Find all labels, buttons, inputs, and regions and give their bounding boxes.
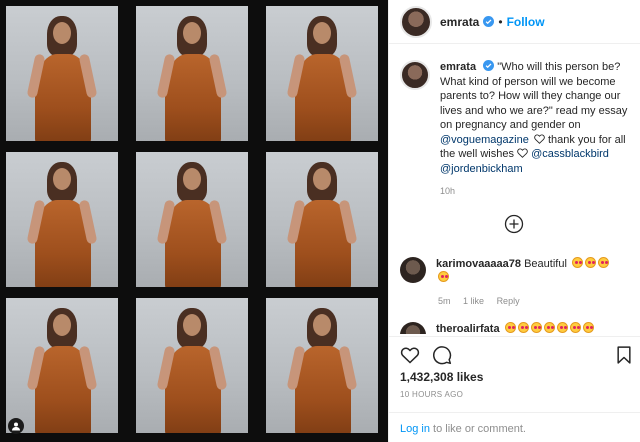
photo-frame: [266, 152, 378, 287]
login-prompt: Log in to like or comment.: [388, 412, 640, 442]
action-bar: [388, 336, 640, 372]
caption-text: emrata "Who will this person be? What ki…: [440, 60, 630, 176]
heart-eyes-emoji-icon: [438, 271, 449, 282]
photo-frame: [6, 298, 118, 433]
comment-username[interactable]: karimovaaaaa78: [436, 258, 521, 270]
post-caption: emrata "Who will this person be? What ki…: [400, 60, 632, 176]
heart-eyes-emoji-icon: [504, 322, 516, 333]
heart-eyes-emoji-icon: [569, 322, 581, 333]
mention-link[interactable]: @voguemagazine: [440, 134, 529, 146]
heart-eyes-emoji-icon: [517, 322, 529, 333]
heart-eyes-emoji-icon: [584, 257, 596, 268]
heart-eyes-emoji-icon: [530, 322, 542, 333]
comment-body: Beautiful: [524, 258, 567, 270]
avatar[interactable]: [400, 60, 430, 90]
photo-frame: [136, 6, 248, 141]
heart-eyes-emoji-icon: [571, 257, 583, 268]
user-tag-icon[interactable]: [8, 418, 24, 434]
avatar[interactable]: [400, 5, 432, 38]
comment-text: theroalirfata: [436, 322, 594, 334]
comment-time: 5m: [438, 296, 451, 306]
heart-icon[interactable]: [400, 345, 420, 365]
comment-item: karimovaaaaa78 Beautiful: [400, 257, 632, 285]
avatar[interactable]: [400, 257, 426, 283]
comment-meta: 5m 1 like Reply: [438, 296, 530, 306]
comment-username[interactable]: theroalirfata: [436, 323, 500, 334]
photo-frame: [266, 298, 378, 433]
follow-button[interactable]: Follow: [507, 15, 545, 29]
login-prompt-text: to like or comment.: [429, 423, 526, 435]
heart-eyes-emoji-icon: [543, 322, 555, 333]
header-username[interactable]: emrata: [440, 15, 479, 29]
post-time-ago: 10 HOURS AGO: [400, 390, 464, 399]
heart-eyes-emoji-icon: [582, 322, 594, 333]
caption-username[interactable]: emrata: [440, 61, 476, 73]
add-circle-icon[interactable]: [504, 214, 524, 234]
likes-count[interactable]: 1,432,308 likes: [400, 370, 483, 384]
comment-icon[interactable]: [432, 345, 452, 365]
photo-frame: [266, 6, 378, 141]
heart-eyes-emoji-icon: [556, 322, 568, 333]
separator-dot: •: [498, 14, 503, 29]
verified-badge-icon: [483, 16, 495, 27]
post-header: emrata • Follow: [388, 0, 640, 44]
comment-likes[interactable]: 1 like: [463, 296, 484, 306]
reply-button[interactable]: Reply: [497, 296, 520, 306]
bookmark-icon[interactable]: [614, 345, 634, 365]
login-link[interactable]: Log in: [400, 423, 430, 435]
avatar[interactable]: [400, 322, 426, 334]
photo-frame: [6, 6, 118, 141]
photo-frame: [136, 298, 248, 433]
post-photo[interactable]: [0, 0, 388, 442]
caption-timestamp: 10h: [440, 186, 456, 196]
photo-frame: [6, 152, 118, 287]
comment-item: theroalirfata: [400, 322, 632, 334]
white-heart-icon: [534, 133, 545, 144]
white-heart-icon: [517, 148, 528, 158]
heart-eyes-emoji-icon: [597, 257, 609, 268]
verified-badge-icon: [483, 60, 495, 71]
photo-frame: [136, 152, 248, 287]
comment-text: karimovaaaaa78 Beautiful: [436, 257, 609, 285]
mention-link[interactable]: @jordenbickham: [440, 163, 523, 175]
mention-link[interactable]: @cassblackbird: [531, 148, 609, 160]
